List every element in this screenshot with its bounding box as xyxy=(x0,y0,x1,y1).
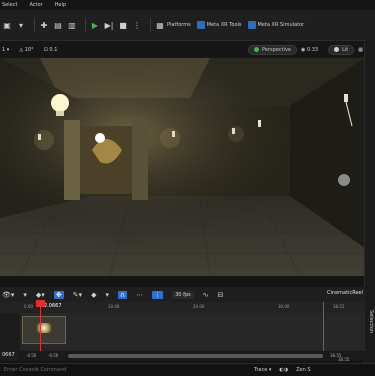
menu-actor[interactable]: Actor xyxy=(29,2,42,8)
perspective-icon xyxy=(254,47,260,52)
camera-speed[interactable]: ◉ 0.33 xyxy=(301,47,318,53)
menu-select[interactable]: Select xyxy=(2,2,17,8)
sphere-reflection-gizmo xyxy=(338,174,350,186)
magnet-snap-icon[interactable]: ∩ xyxy=(118,290,128,299)
view-mode-dropdown[interactable]: Lit xyxy=(328,44,355,55)
ticks-icon[interactable]: ⊟ xyxy=(218,291,224,299)
meta-xr-tools-button[interactable]: Meta XR Tools xyxy=(196,21,242,29)
camera-speed-value: 0.33 xyxy=(306,46,319,53)
rotation-snap[interactable]: ◬ 10° xyxy=(19,47,33,53)
platforms-button[interactable]: ▦ Platforms xyxy=(155,20,191,30)
timeline-scrollbar[interactable] xyxy=(68,354,323,358)
perspective-dropdown[interactable]: Perspective xyxy=(248,44,298,55)
sun-gizmo xyxy=(95,133,105,143)
platforms-icon: ▦ xyxy=(156,20,164,30)
current-time: 2.0667 xyxy=(44,303,62,309)
pillar-right xyxy=(132,120,148,200)
rotation-snap-value: 10° xyxy=(24,46,34,53)
scale-snap-icon: ⊡ xyxy=(43,46,48,53)
lamp-glow xyxy=(160,128,180,148)
meta-xr-tools-label: Meta XR Tools xyxy=(206,22,242,28)
scene-render xyxy=(0,58,365,276)
rotation-snap-icon: ◬ xyxy=(19,46,24,53)
tick-label: 0.00 xyxy=(24,304,33,309)
light-bulb-gizmo xyxy=(51,94,69,112)
light-bulb-base xyxy=(56,111,64,116)
cinematics-icon[interactable]: ▥ xyxy=(67,20,77,30)
view-options-icon[interactable]: 👁▾ xyxy=(2,291,14,299)
camera-icon: ◉ xyxy=(301,46,306,53)
lamp-glow xyxy=(228,126,244,142)
camera-cut-clip[interactable] xyxy=(22,316,66,344)
meta-xr-tools-icon xyxy=(196,21,205,29)
play-icon[interactable]: ▶ xyxy=(90,20,100,30)
keyframe-icon[interactable]: ◆ xyxy=(91,291,96,299)
fps-dropdown[interactable]: 30 fps xyxy=(172,290,194,299)
playhead-line xyxy=(40,302,41,358)
menu-help[interactable]: Help xyxy=(55,2,66,8)
grid-snap-value: 1 xyxy=(2,46,6,53)
pillar-left xyxy=(64,120,80,200)
range-start-2: -0.50 xyxy=(48,353,59,358)
tick-label: 38.55 xyxy=(333,304,345,309)
trace-button[interactable]: Trace ▾ xyxy=(254,367,271,373)
scale-snap[interactable]: ⊡ 0.1 xyxy=(44,47,58,53)
separator xyxy=(85,18,86,32)
playhead-handle[interactable] xyxy=(36,300,45,307)
separator xyxy=(34,18,35,32)
zen-label: Zen S xyxy=(296,367,311,373)
vr-icon[interactable]: ◐◑ xyxy=(279,367,288,373)
lamp-glow xyxy=(34,130,54,150)
range-start-1: -0.50 xyxy=(26,353,37,358)
play-options-icon[interactable]: ⋮ xyxy=(132,20,142,30)
menu-bar: Select Actor Help xyxy=(0,0,375,10)
save-icon[interactable]: ▣ xyxy=(2,20,12,30)
snap-options-icon[interactable]: ⋯ xyxy=(136,291,143,299)
console-command-input[interactable]: Enter Console Command xyxy=(4,367,254,373)
level-viewport[interactable] xyxy=(0,58,365,276)
scale-snap-value: 0.1 xyxy=(49,46,58,53)
sequencer-toolbar: 👁▾ ▾ ◆▾ ✥ ✎▾ ◆ ▾ ∩ ⋯ ⋮ 30 fps ∿ ⊟ xyxy=(0,287,365,302)
light-glow xyxy=(0,58,365,276)
mode-icon[interactable]: ▾ xyxy=(16,20,26,30)
perspective-label: Perspective xyxy=(262,46,292,53)
add-actor-icon[interactable]: ✚ xyxy=(39,20,49,30)
trace-label: Trace xyxy=(254,367,268,373)
tick-label: 20.00 xyxy=(193,304,205,309)
range-end-2: 38.55 xyxy=(338,357,350,362)
lit-icon xyxy=(334,47,340,52)
selection-tab[interactable]: Selection xyxy=(368,310,374,333)
auto-key-icon[interactable]: ▾ xyxy=(105,291,109,299)
tick-label: 30.00 xyxy=(278,304,290,309)
main-toolbar: ▣ ▾ ✚ ▤ ▥ ▶ ▶| ■ ⋮ ▦ Platforms Meta XR T… xyxy=(0,10,375,40)
current-frame-field[interactable]: 0667 xyxy=(0,351,17,359)
blueprint-icon[interactable]: ▤ xyxy=(53,20,63,30)
edit-tool-icon[interactable]: ✎▾ xyxy=(73,291,82,299)
meta-xr-simulator-label: Meta XR Simulator xyxy=(257,22,305,28)
viewport-toolbar: 1 ▾ ◬ 10° ⊡ 0.1 Perspective ◉ 0.33 Lit ▦ xyxy=(0,40,375,58)
render-icon[interactable]: ◆▾ xyxy=(36,291,45,299)
show-flags[interactable]: ▦ xyxy=(358,47,363,53)
grid-snap[interactable]: 1 ▾ xyxy=(2,47,9,53)
separator xyxy=(150,18,151,32)
sequence-name: CinematicReel xyxy=(327,290,363,296)
wall-light-gizmo xyxy=(344,94,348,102)
status-bar: Enter Console Command Trace ▾ ◐◑ Zen S xyxy=(0,363,375,376)
platforms-label: Platforms xyxy=(167,22,191,28)
stop-icon[interactable]: ■ xyxy=(118,20,128,30)
advance-frame-icon[interactable]: ▶| xyxy=(104,20,114,30)
curve-editor-icon[interactable]: ∿ xyxy=(203,291,209,299)
meta-xr-simulator-button[interactable]: Meta XR Simulator xyxy=(247,21,305,29)
select-tool-icon[interactable]: ✥ xyxy=(53,290,64,299)
zen-button[interactable]: Zen S xyxy=(296,367,310,373)
meta-xr-simulator-icon xyxy=(247,21,256,29)
add-key-icon[interactable]: ▾ xyxy=(23,291,27,299)
wall-light-gizmo xyxy=(258,120,261,127)
view-mode-label: Lit xyxy=(342,46,349,53)
frame-snap-icon[interactable]: ⋮ xyxy=(152,290,164,299)
track-panel[interactable] xyxy=(0,313,20,351)
tick-label: 10.00 xyxy=(108,304,120,309)
playback-end-marker[interactable] xyxy=(323,302,324,351)
